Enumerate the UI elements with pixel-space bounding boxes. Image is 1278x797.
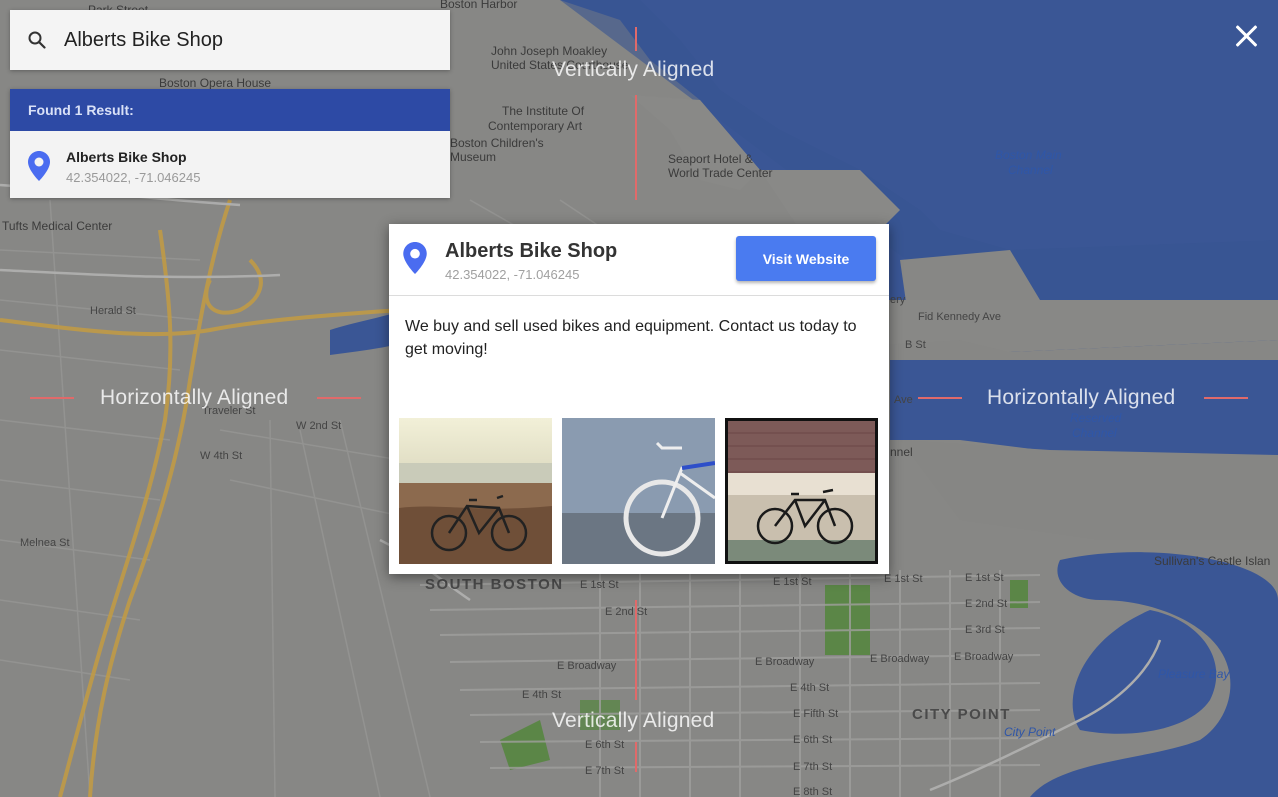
popup-coords: 42.354022, -71.046245 xyxy=(445,267,580,282)
search-box[interactable] xyxy=(10,10,450,70)
map-label: Ave xyxy=(894,394,913,406)
map-label: World Trade Center xyxy=(668,166,773,180)
horizontal-guide-line xyxy=(918,397,962,399)
bike-photo-brick[interactable] xyxy=(725,418,878,564)
map-label: E 2nd St xyxy=(605,606,648,618)
map-label: W 2nd St xyxy=(296,420,342,432)
map-label: Herald St xyxy=(90,305,136,317)
map-pin-icon xyxy=(402,242,428,279)
guide-label-bottom: Vertically Aligned xyxy=(552,709,715,732)
map-label: E 7th St xyxy=(585,765,625,777)
map-label: E 6th St xyxy=(793,734,833,746)
map-label: E 1st St xyxy=(580,579,619,591)
map-label: B St xyxy=(905,339,926,351)
map-label: E 4th St xyxy=(522,689,562,701)
map-label: Contemporary Art xyxy=(488,119,583,133)
map-label: E 7th St xyxy=(793,761,833,773)
map-label: E 3rd St xyxy=(965,624,1005,636)
map-label: City Point xyxy=(1004,725,1056,739)
horizontal-guide-line xyxy=(317,397,361,399)
results-header: Found 1 Result: xyxy=(10,89,450,131)
map-label: Boston Main xyxy=(995,148,1062,162)
horizontal-guide-line xyxy=(1204,397,1248,399)
map-label: CITY POINT xyxy=(912,706,1011,723)
result-name: Alberts Bike Shop xyxy=(66,149,187,165)
map-label: Boston Harbor xyxy=(440,0,518,11)
horizontal-guide-line xyxy=(30,397,74,399)
map-label: Pleasure Bay xyxy=(1158,667,1230,681)
map-label: Boston Children's xyxy=(450,136,544,150)
map-label: E Fifth St xyxy=(793,708,839,720)
search-icon xyxy=(10,31,64,49)
map-label: Melnea St xyxy=(20,537,70,549)
map-label: Boston Opera House xyxy=(159,76,272,90)
close-icon[interactable] xyxy=(1230,20,1262,52)
map-label: Channel xyxy=(1008,163,1053,177)
map-label: E Broadway xyxy=(954,651,1014,663)
map-label: The Institute Of xyxy=(502,104,585,118)
map-pin-icon xyxy=(28,151,50,186)
guide-label-top: Vertically Aligned xyxy=(552,58,715,81)
map-label: Museum xyxy=(450,150,497,164)
map-label: W 4th St xyxy=(200,450,243,462)
map-label: E Broadway xyxy=(755,656,815,668)
map-label: nnel xyxy=(890,445,913,459)
map-label: E Broadway xyxy=(870,653,930,665)
map-label: Sullivan's Castle Islan xyxy=(1154,554,1271,568)
search-input[interactable] xyxy=(64,28,434,52)
location-popup: Alberts Bike Shop 42.354022, -71.046245 … xyxy=(389,224,889,574)
result-item[interactable]: Alberts Bike Shop 42.354022, -71.046245 xyxy=(10,131,450,198)
map-label: ery xyxy=(890,294,906,306)
popup-description: We buy and sell used bikes and equipment… xyxy=(405,318,857,358)
vertical-guide-line xyxy=(635,27,637,51)
map-label: Seaport Hotel & xyxy=(668,152,753,166)
result-coords: 42.354022, -71.046245 xyxy=(66,170,201,185)
map-label: E 8th St xyxy=(793,786,833,797)
vertical-guide-line xyxy=(635,742,637,772)
guide-label-right: Horizontally Aligned xyxy=(987,386,1176,409)
map-label: E 1st St xyxy=(884,573,923,585)
bike-photo-beach[interactable] xyxy=(399,418,552,564)
map-label: Fid Kennedy Ave xyxy=(918,311,1001,323)
map-label: SOUTH BOSTON xyxy=(425,576,564,593)
vertical-guide-line xyxy=(635,600,637,700)
vertical-guide-line xyxy=(635,95,637,200)
map-label: Channel xyxy=(1072,426,1117,440)
map-label: John Joseph Moakley xyxy=(491,44,608,58)
map-label: Tufts Medical Center xyxy=(2,219,113,233)
visit-website-button[interactable]: Visit Website xyxy=(736,236,876,281)
map-label: E Broadway xyxy=(557,660,617,672)
map-label: E 4th St xyxy=(790,682,830,694)
photo-gallery xyxy=(389,418,889,564)
map-label: E 1st St xyxy=(773,576,812,588)
map-label: E 6th St xyxy=(585,739,625,751)
search-results-panel: Found 1 Result: Alberts Bike Shop 42.354… xyxy=(10,89,450,198)
popup-title: Alberts Bike Shop xyxy=(445,240,618,262)
popup-header: Alberts Bike Shop 42.354022, -71.046245 … xyxy=(389,224,889,296)
map-label: Reserved xyxy=(1070,411,1122,425)
bike-photo-wall[interactable] xyxy=(562,418,715,564)
guide-label-left: Horizontally Aligned xyxy=(100,386,289,409)
map-label: E 1st St xyxy=(965,572,1004,584)
map-label: E 2nd St xyxy=(965,598,1008,610)
